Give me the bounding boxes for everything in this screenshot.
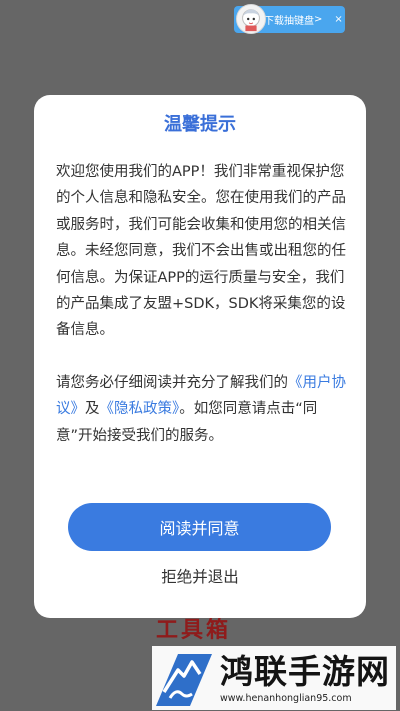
agree-button[interactable]: 阅读并同意 — [68, 503, 331, 551]
chevron-right-icon: > — [314, 14, 323, 25]
privacy-dialog: 温馨提示 欢迎您使用我们的APP！我们非常重视保护您的个人信息和隐私安全。您在使… — [34, 95, 366, 618]
brand-watermark: 鸿联手游网 www.henanhonglian95.com — [152, 646, 396, 710]
dialog-paragraph-consent: 请您务必仔细阅读并充分了解我们的《用户协议》及《隐私政策》。如您同意请点击“同意… — [56, 370, 352, 449]
dialog-paragraph-intro: 欢迎您使用我们的APP！我们非常重视保护您的个人信息和隐私安全。您在使用我们的产… — [56, 164, 346, 339]
dialog-body: 欢迎您使用我们的APP！我们非常重视保护您的个人信息和隐私安全。您在使用我们的产… — [56, 159, 352, 449]
brand-name: 鸿联手游网 — [220, 651, 390, 691]
ad-banner[interactable]: 下载抽键盘 > × — [234, 4, 345, 34]
privacy-policy-link[interactable]: 《隐私政策》 — [100, 401, 180, 417]
brand-logo-icon — [154, 648, 214, 708]
reject-exit-button[interactable]: 拒绝并退出 — [34, 565, 366, 587]
brand-url: www.henanhonglian95.com — [220, 692, 352, 704]
dialog-title: 温馨提示 — [164, 114, 236, 135]
consent-text-and: 及 — [85, 401, 100, 418]
ad-label: 下载抽键盘 — [264, 16, 314, 27]
consent-text-before: 请您务必仔细阅读并充分了解我们的 — [56, 374, 288, 391]
close-icon[interactable]: × — [334, 14, 342, 25]
mascot-avatar-icon — [236, 4, 266, 34]
